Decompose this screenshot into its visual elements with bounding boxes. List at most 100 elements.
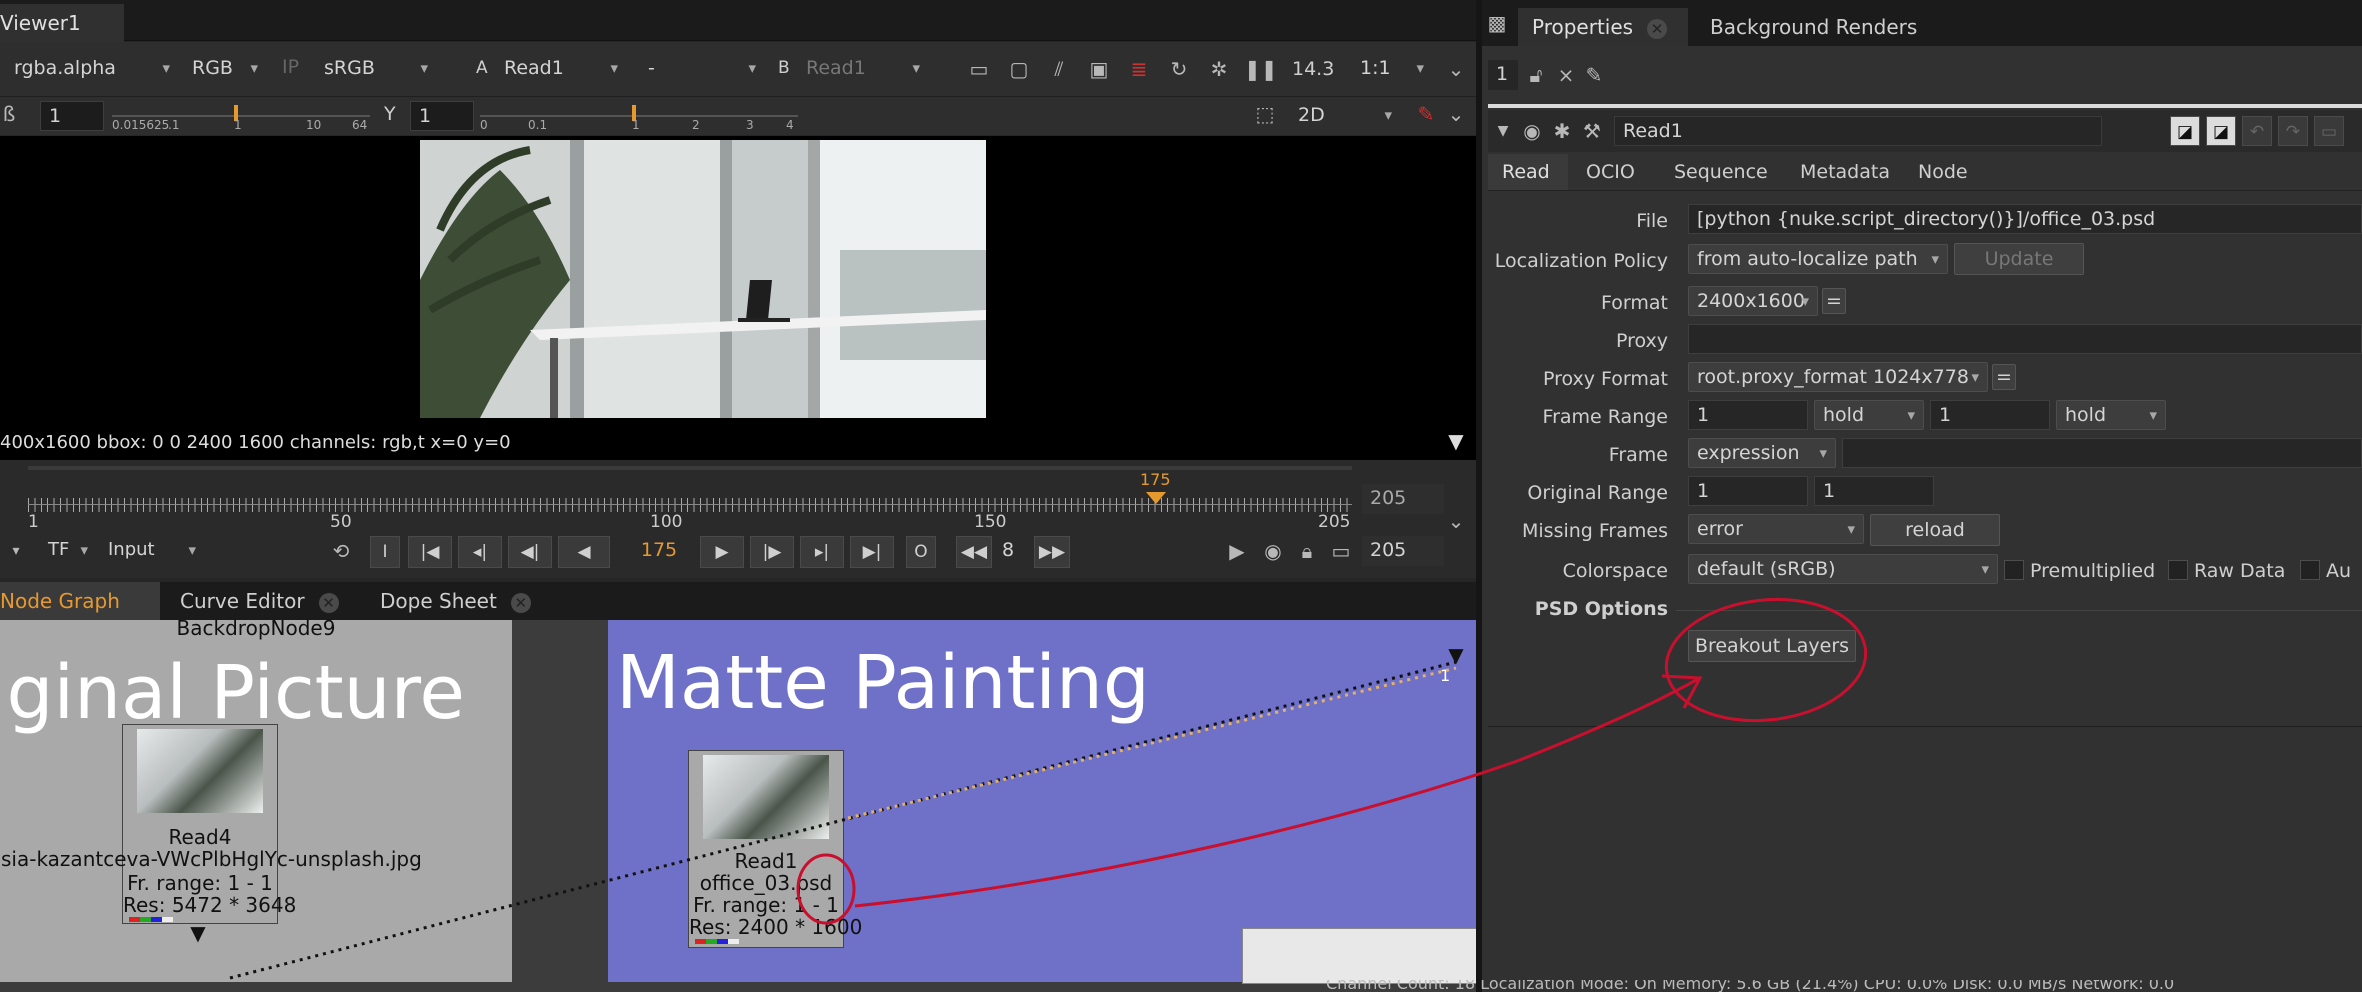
missing-frames-dropdown[interactable]: error xyxy=(1688,514,1864,544)
color-swatch-button-2[interactable]: ◪ xyxy=(2206,116,2236,146)
undo-button[interactable]: ↶ xyxy=(2242,116,2272,146)
first-frame-button[interactable]: |◀ xyxy=(408,536,452,568)
wrench-icon[interactable]: ⚒ xyxy=(1578,116,1606,146)
proxy-format-edit-button[interactable]: = xyxy=(1992,364,2016,390)
premultiplied-checkbox[interactable] xyxy=(2004,560,2024,580)
auto-alpha-checkbox[interactable] xyxy=(2300,560,2320,580)
prev-frame-button[interactable]: ◀| xyxy=(508,536,552,568)
frame-icon[interactable]: ▢ xyxy=(1004,54,1034,84)
after-dropdown[interactable]: hold xyxy=(2056,400,2166,430)
clear-icon[interactable]: ⨯ xyxy=(1554,60,1578,90)
proxy-field[interactable] xyxy=(1688,324,2362,354)
end-frame-field[interactable]: 205 xyxy=(1362,536,1444,566)
frame-field[interactable] xyxy=(1842,438,2362,468)
original-start-field[interactable]: 1 xyxy=(1688,476,1808,506)
refresh-icon[interactable]: ↻ xyxy=(1164,54,1194,84)
a-input-dropdown[interactable]: Read1 xyxy=(496,54,626,84)
colorspace-dropdown[interactable]: default (sRGB) xyxy=(1688,554,1998,584)
next-frame-button[interactable]: |▶ xyxy=(750,536,794,568)
chevron-down-icon[interactable]: ⌄ xyxy=(1446,506,1466,536)
clip-warning-icon[interactable]: ≣ xyxy=(1124,54,1154,84)
subtab-metadata[interactable]: Metadata xyxy=(1786,154,1898,190)
proxy-format-dropdown[interactable]: root.proxy_format 1024x778 xyxy=(1688,362,1988,392)
play-forward-button[interactable]: ▶ xyxy=(700,536,744,568)
gain-slider[interactable]: 0.015625 .1 1 10 64 xyxy=(112,101,370,132)
update-button[interactable]: Update xyxy=(1954,243,2084,275)
bookmark-icon[interactable]: ✱ xyxy=(1548,116,1576,146)
out-point-button[interactable]: O xyxy=(906,536,936,568)
tab-properties[interactable]: Properties ✕ xyxy=(1518,8,1688,46)
gamma-field[interactable]: 1 xyxy=(410,101,474,131)
breakout-layers-button[interactable]: Breakout Layers xyxy=(1688,630,1856,662)
subtab-ocio[interactable]: OCIO xyxy=(1572,154,1654,190)
view-mode-dropdown[interactable]: 2D xyxy=(1290,101,1400,131)
subtab-read[interactable]: Read xyxy=(1488,154,1568,190)
subtab-node[interactable]: Node xyxy=(1904,154,1976,190)
chevron-down-icon[interactable]: ⌄ xyxy=(1446,99,1466,129)
fps-dropdown-icon[interactable]: ▾ xyxy=(6,536,26,566)
frame-range-start-field[interactable]: 1 xyxy=(1688,400,1808,430)
lock-icon[interactable]: 🔓︎ xyxy=(1524,60,1548,90)
chevron-down-icon[interactable]: ⌄ xyxy=(1446,54,1466,84)
pen-icon[interactable]: ✎ xyxy=(1582,60,1606,90)
rgb-dropdown[interactable]: RGB xyxy=(184,54,266,84)
compare-op-dropdown[interactable]: - xyxy=(640,54,764,84)
gain-field[interactable]: 1 xyxy=(40,101,104,131)
monitor-out-icon[interactable]: ▭ xyxy=(1326,536,1356,566)
channels-dropdown[interactable]: rgba.alpha xyxy=(6,54,178,84)
tf-dropdown[interactable]: TF xyxy=(40,536,96,566)
frame-mode-dropdown[interactable]: expression xyxy=(1688,438,1836,468)
pause-icon[interactable]: ❚❚ xyxy=(1244,54,1278,84)
frame-range-end-field[interactable]: 1 xyxy=(1930,400,2050,430)
step-back-button[interactable]: ◀◀ xyxy=(956,536,992,568)
max-panels-field[interactable]: 1 xyxy=(1488,60,1518,90)
format-edit-button[interactable]: = xyxy=(1822,288,1846,314)
close-icon[interactable]: ✕ xyxy=(318,592,339,613)
reload-button[interactable]: reload xyxy=(1870,514,2000,546)
format-dropdown[interactable]: 2400x1600 xyxy=(1688,286,1818,316)
timeline-ruler[interactable]: 1 50 100 150 205 xyxy=(28,492,1352,532)
input-dropdown[interactable]: Input xyxy=(100,536,204,566)
ip-button[interactable]: IP xyxy=(282,56,299,78)
localization-dropdown[interactable]: from auto-localize path xyxy=(1688,244,1948,274)
backdrop-matte-painting[interactable]: Matte Painting Read1 office_03.psd Fr. r… xyxy=(608,620,1478,984)
colorspace-dropdown[interactable]: sRGB xyxy=(316,54,436,84)
monitor-icon[interactable]: ▣ xyxy=(1084,54,1114,84)
tab-dope-sheet[interactable]: Dope Sheet ✕ xyxy=(366,582,546,620)
redo-button[interactable]: ↷ xyxy=(2278,116,2308,146)
node-graph-canvas[interactable]: BackdropNode9 iginal Picture Read4 sia-k… xyxy=(0,616,1478,992)
collapse-icon[interactable]: ▼ xyxy=(1492,116,1514,146)
tab-viewer1[interactable]: Viewer1✕ xyxy=(0,4,124,73)
roi-icon[interactable]: ▭ xyxy=(964,54,994,84)
paint-brush-icon[interactable]: ✎ xyxy=(1414,99,1438,129)
in-point-button[interactable]: I xyxy=(370,536,400,568)
step-field[interactable]: 8 xyxy=(994,536,1030,566)
before-dropdown[interactable]: hold xyxy=(1814,400,1924,430)
original-end-field[interactable]: 1 xyxy=(1814,476,1934,506)
raw-data-checkbox[interactable] xyxy=(2168,560,2188,580)
tab-node-graph[interactable]: Node Graph✕ xyxy=(0,582,160,651)
close-icon[interactable]: ✕ xyxy=(510,592,531,613)
ratio-dropdown[interactable]: 1:1 xyxy=(1352,54,1432,84)
play-backward-button[interactable]: ◀ xyxy=(558,536,610,568)
timeline-end-field[interactable]: 205 xyxy=(1362,484,1444,514)
view-node-icon[interactable]: ◉ xyxy=(1518,116,1546,146)
b-input-dropdown[interactable]: Read1 xyxy=(798,54,928,84)
backdrop-original-picture[interactable]: BackdropNode9 iginal Picture Read4 sia-k… xyxy=(0,616,512,982)
last-frame-button[interactable]: ▶| xyxy=(850,536,894,568)
stripes-icon[interactable]: ⫽ xyxy=(1044,54,1074,84)
lock-icon[interactable]: 🔒︎ xyxy=(1292,536,1322,566)
file-field[interactable]: [python {nuke.script_directory()}]/offic… xyxy=(1688,204,2362,234)
zoom-value[interactable]: 14.3 xyxy=(1292,58,1334,80)
loop-icon[interactable]: ⟲ xyxy=(326,536,356,566)
tab-curve-editor[interactable]: Curve Editor ✕ xyxy=(166,582,362,620)
current-frame-field[interactable]: 175 xyxy=(618,536,700,566)
tab-background-renders[interactable]: Background Renders✕ xyxy=(1696,8,1952,77)
flipbook-icon[interactable]: ▶ xyxy=(1222,536,1252,566)
triangle-down-icon[interactable]: ▼ xyxy=(1444,426,1468,456)
prev-keyframe-button[interactable]: ◂| xyxy=(458,536,502,568)
subtab-sequence[interactable]: Sequence xyxy=(1660,154,1780,190)
read1-node[interactable]: Read1 office_03.psd Fr. range: 1 - 1 Res… xyxy=(688,750,862,948)
viewer-canvas[interactable] xyxy=(0,136,1476,424)
read4-node[interactable]: Read4 sia-kazantceva-VWcPlbHglYc-unsplas… xyxy=(1,724,422,924)
